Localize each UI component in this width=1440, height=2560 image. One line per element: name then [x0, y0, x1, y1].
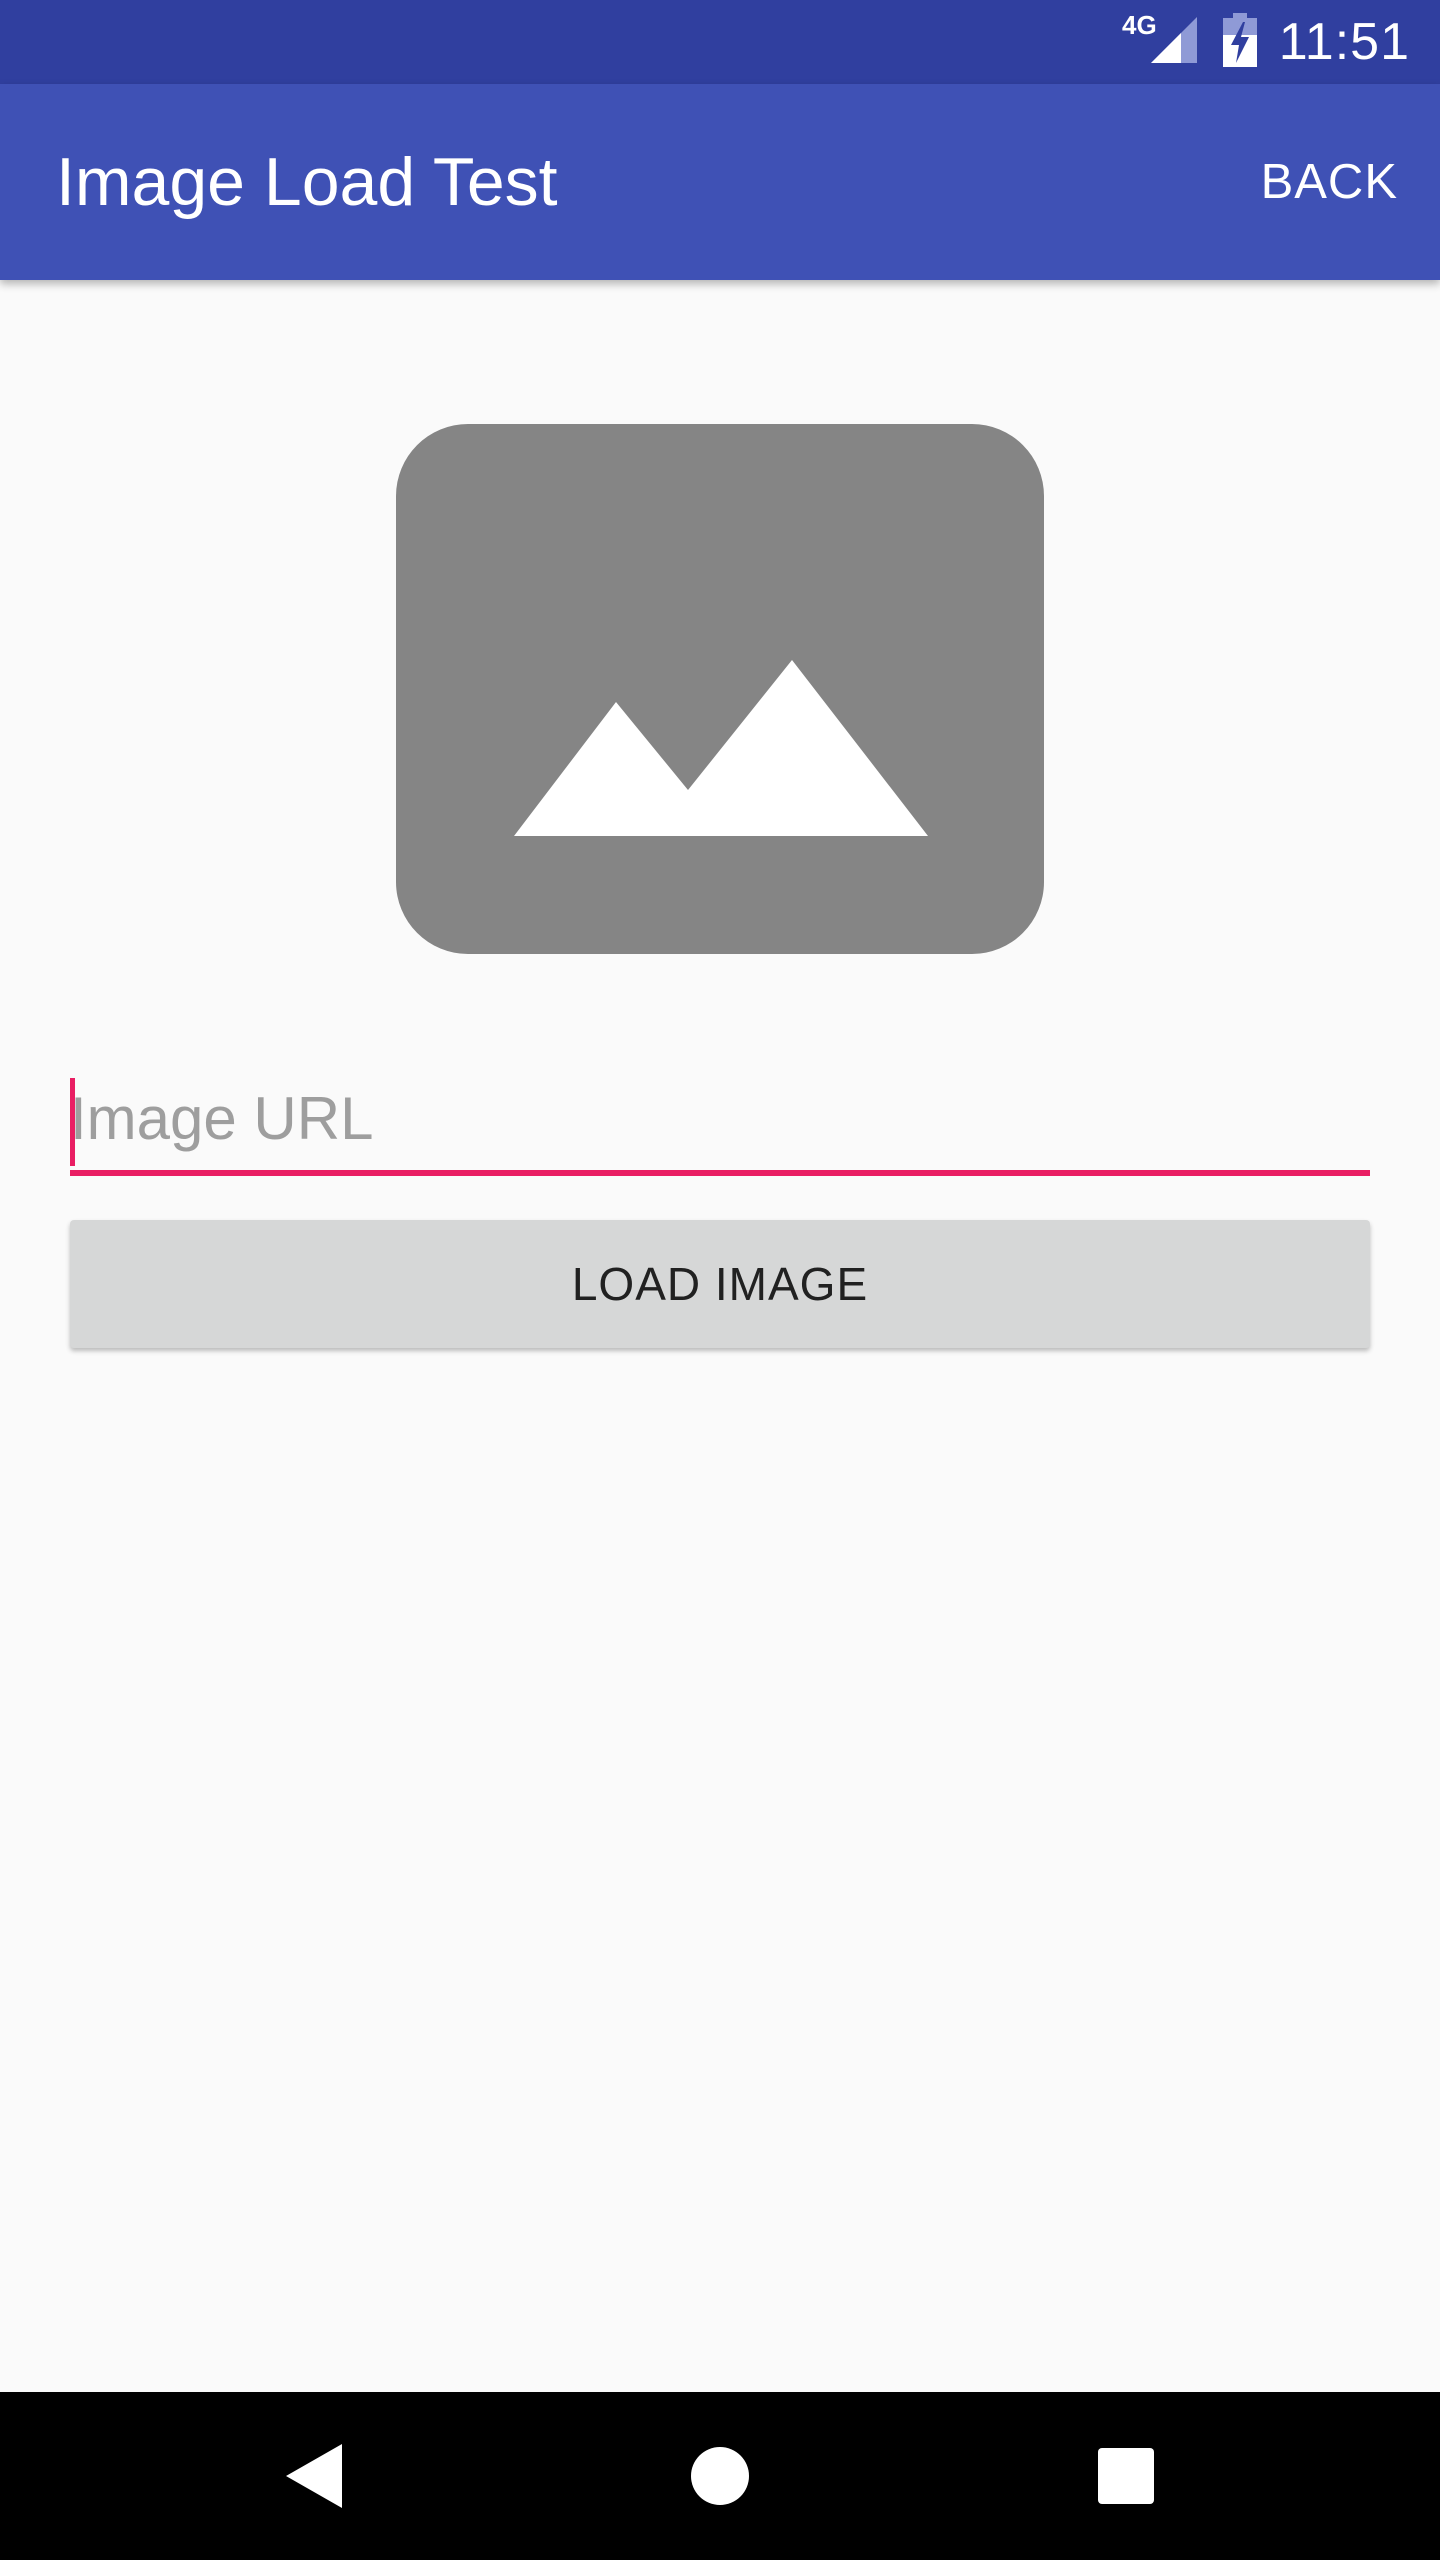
home-circle-icon[interactable]: [680, 2436, 760, 2516]
text-cursor: [70, 1078, 75, 1166]
image-url-input[interactable]: [70, 1066, 1370, 1170]
app-title: Image Load Test: [56, 144, 558, 220]
app-bar: Image Load Test BACK: [0, 84, 1440, 280]
back-button[interactable]: BACK: [1261, 84, 1398, 280]
status-time: 11:51: [1278, 13, 1410, 71]
battery-charging-icon: [1222, 12, 1279, 72]
status-bar: 4G 11:51: [0, 0, 1440, 84]
input-underline: [70, 1170, 1370, 1176]
image-placeholder-icon: [396, 424, 1044, 954]
signal-icon: [1149, 15, 1223, 70]
load-image-button[interactable]: LOAD IMAGE: [70, 1220, 1370, 1348]
image-url-field[interactable]: [70, 1066, 1370, 1176]
status-icons: 4G 11:51: [1122, 0, 1410, 84]
back-triangle-icon[interactable]: [276, 2436, 356, 2516]
navigation-bar: [0, 2392, 1440, 2560]
recents-square-icon[interactable]: [1086, 2436, 1166, 2516]
